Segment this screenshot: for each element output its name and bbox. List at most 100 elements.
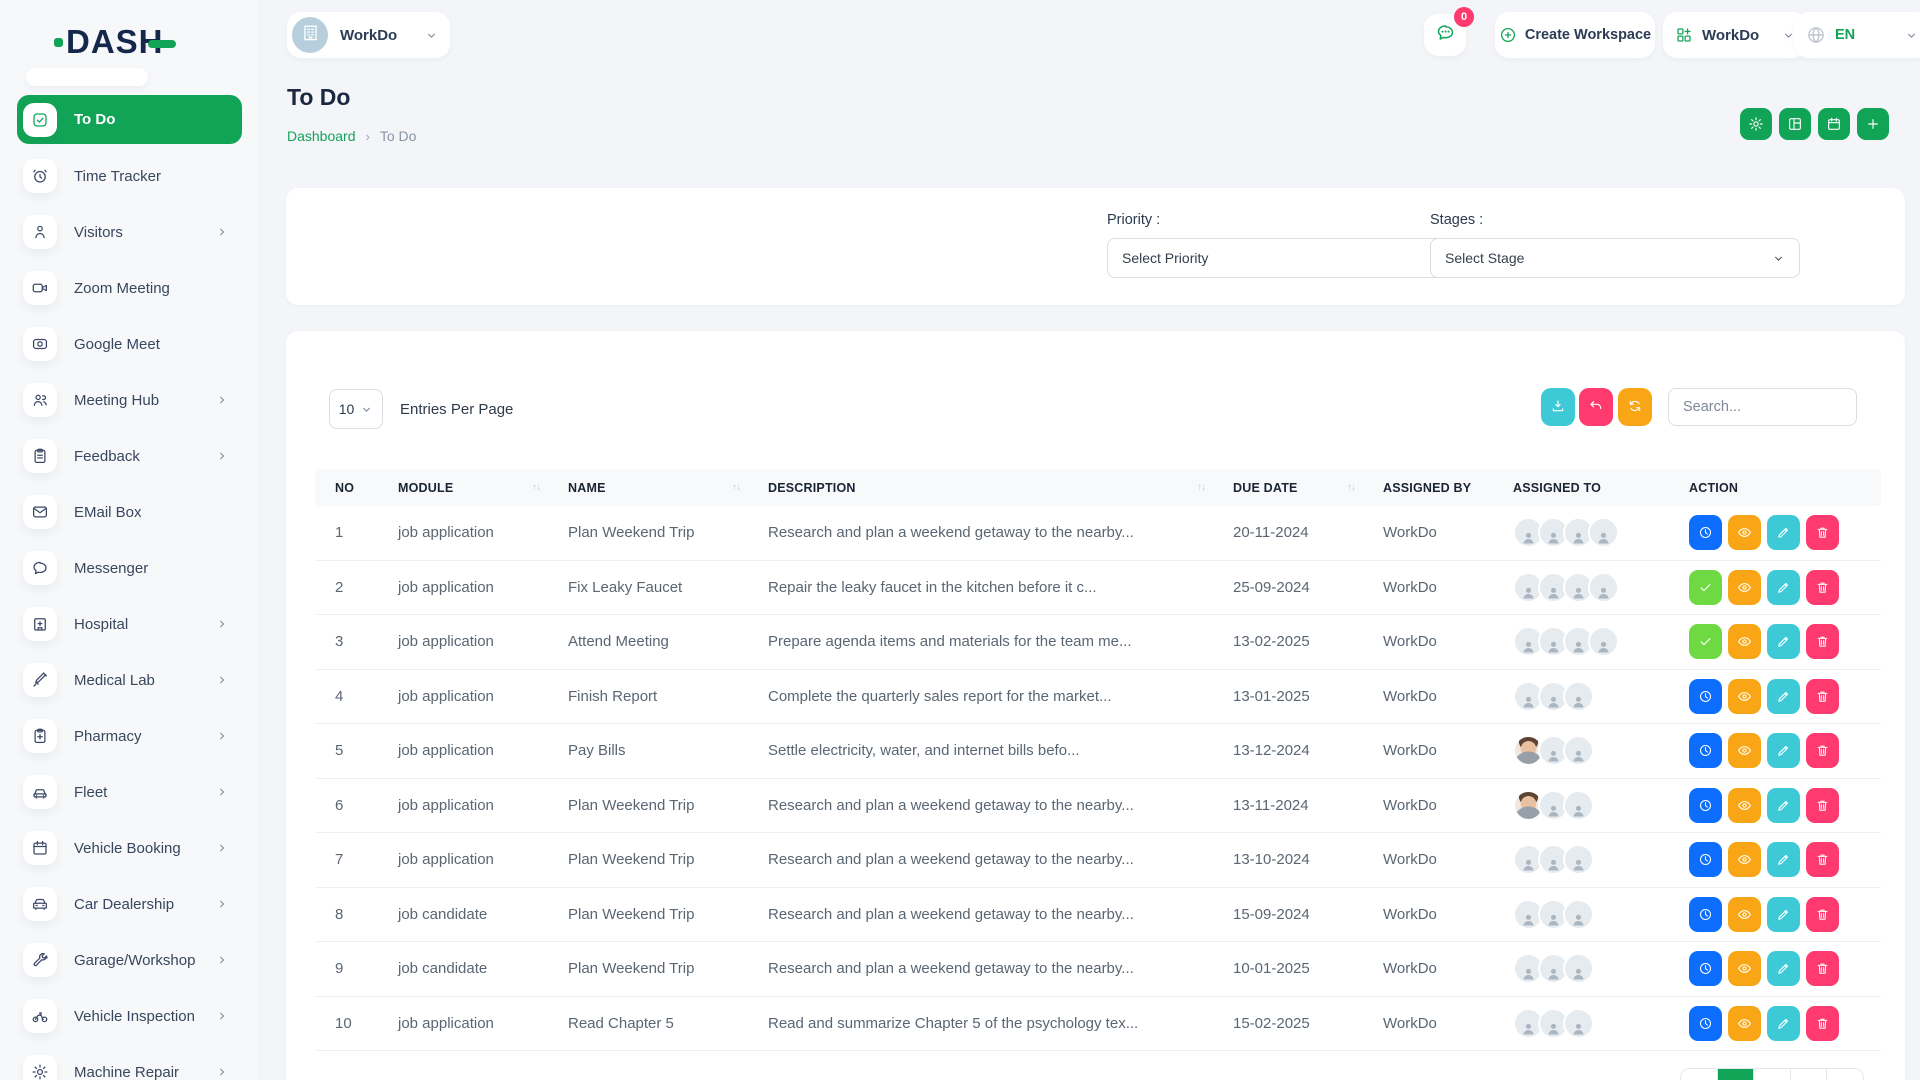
sidebar-item-partial xyxy=(26,68,148,86)
trash-action-button[interactable] xyxy=(1806,788,1839,823)
reset-button[interactable] xyxy=(1579,388,1613,426)
pencil-action-button[interactable] xyxy=(1767,788,1800,823)
chat-button[interactable]: 0 xyxy=(1424,14,1466,56)
sidebar-item-meeting-hub[interactable]: Meeting Hub xyxy=(17,372,242,428)
sidebar-item-hospital[interactable]: Hospital xyxy=(17,596,242,652)
export-button[interactable] xyxy=(1541,388,1575,426)
clock-action-button[interactable] xyxy=(1689,897,1722,932)
trash-action-button[interactable] xyxy=(1806,570,1839,605)
clock-icon xyxy=(1698,525,1713,540)
cell-description: Settle electricity, water, and internet … xyxy=(748,742,1213,759)
trash-action-button[interactable] xyxy=(1806,733,1839,768)
board-view-button[interactable] xyxy=(1779,108,1811,140)
refresh-button[interactable] xyxy=(1618,388,1652,426)
sidebar-item-feedback[interactable]: Feedback xyxy=(17,428,242,484)
trash-action-button[interactable] xyxy=(1806,624,1839,659)
priority-select[interactable]: Select Priority xyxy=(1107,238,1479,278)
eye-action-button[interactable] xyxy=(1728,897,1761,932)
column-header-no: NO xyxy=(315,481,378,495)
breadcrumb-link-dashboard[interactable]: Dashboard xyxy=(287,128,356,144)
search-input[interactable] xyxy=(1668,388,1857,426)
sidebar-item-garage-workshop[interactable]: Garage/Workshop xyxy=(17,932,242,988)
eye-action-button[interactable] xyxy=(1728,788,1761,823)
trash-action-button[interactable] xyxy=(1806,515,1839,550)
workspace-menu-button[interactable]: WorkDo xyxy=(1663,12,1807,58)
workspace-switcher[interactable]: WorkDo xyxy=(287,12,450,58)
eye-action-button[interactable] xyxy=(1728,1006,1761,1041)
column-header-module[interactable]: MODULE↑↓ xyxy=(378,481,548,495)
sidebar-item-vehicle-inspection[interactable]: Vehicle Inspection xyxy=(17,988,242,1044)
settings-button[interactable] xyxy=(1740,108,1772,140)
sidebar-item-google-meet[interactable]: Google Meet xyxy=(17,316,242,372)
language-menu-button[interactable]: EN xyxy=(1794,12,1920,58)
eye-action-button[interactable] xyxy=(1728,570,1761,605)
sidebar-item-medical-lab[interactable]: Medical Lab xyxy=(17,652,242,708)
sidebar-item-zoom-meeting[interactable]: Zoom Meeting xyxy=(17,260,242,316)
eye-action-button[interactable] xyxy=(1728,624,1761,659)
eye-action-button[interactable] xyxy=(1728,842,1761,877)
column-header-description[interactable]: DESCRIPTION↑↓ xyxy=(748,481,1213,495)
chevron-right-icon xyxy=(216,618,228,630)
clock-action-button[interactable] xyxy=(1689,788,1722,823)
cell-name: Plan Weekend Trip xyxy=(548,524,748,541)
trash-action-button[interactable] xyxy=(1806,1006,1839,1041)
sidebar-item-vehicle-booking[interactable]: Vehicle Booking xyxy=(17,820,242,876)
clock-action-button[interactable] xyxy=(1689,679,1722,714)
sidebar-item-visitors[interactable]: Visitors xyxy=(17,204,242,260)
sidebar-item-email-box[interactable]: EMail Box xyxy=(17,484,242,540)
create-workspace-button[interactable]: Create Workspace xyxy=(1495,12,1655,58)
clock-action-button[interactable] xyxy=(1689,1006,1722,1041)
add-button[interactable] xyxy=(1857,108,1889,140)
dash-logo[interactable]: DASH xyxy=(54,22,176,62)
trash-action-button[interactable] xyxy=(1806,842,1839,877)
check-action-button[interactable] xyxy=(1689,624,1722,659)
clock-action-button[interactable] xyxy=(1689,515,1722,550)
eye-action-button[interactable] xyxy=(1728,515,1761,550)
pagination-page-button[interactable] xyxy=(1791,1069,1828,1080)
sidebar-item-fleet[interactable]: Fleet xyxy=(17,764,242,820)
pencil-action-button[interactable] xyxy=(1767,679,1800,714)
pencil-action-button[interactable] xyxy=(1767,1006,1800,1041)
wrench-icon xyxy=(23,943,57,977)
stages-select[interactable]: Select Stage xyxy=(1430,238,1800,278)
pencil-action-button[interactable] xyxy=(1767,733,1800,768)
pencil-action-button[interactable] xyxy=(1767,897,1800,932)
column-header-name[interactable]: NAME↑↓ xyxy=(548,481,748,495)
trash-action-button[interactable] xyxy=(1806,951,1839,986)
column-label: DUE DATE xyxy=(1233,481,1298,495)
clock-icon xyxy=(1698,743,1713,758)
sidebar-item-messenger[interactable]: Messenger xyxy=(17,540,242,596)
chevron-right-icon xyxy=(216,674,228,686)
sidebar-item-car-dealership[interactable]: Car Dealership xyxy=(17,876,242,932)
pagination-page-button[interactable] xyxy=(1718,1069,1755,1080)
pencil-action-button[interactable] xyxy=(1767,570,1800,605)
motorcycle-icon xyxy=(23,999,57,1033)
cell-action xyxy=(1669,897,1881,932)
clock-action-button[interactable] xyxy=(1689,733,1722,768)
eye-action-button[interactable] xyxy=(1728,951,1761,986)
eye-action-button[interactable] xyxy=(1728,679,1761,714)
sidebar-item-machine-repair[interactable]: Machine Repair xyxy=(17,1044,242,1080)
eye-action-button[interactable] xyxy=(1728,733,1761,768)
pencil-action-button[interactable] xyxy=(1767,624,1800,659)
trash-action-button[interactable] xyxy=(1806,897,1839,932)
clock-action-button[interactable] xyxy=(1689,842,1722,877)
car-front-icon xyxy=(23,887,57,921)
sidebar-item-to-do[interactable]: To Do xyxy=(17,95,242,144)
pagination-prev-button[interactable] xyxy=(1681,1069,1718,1080)
sidebar-item-time-tracker[interactable]: Time Tracker xyxy=(17,148,242,204)
clock-action-button[interactable] xyxy=(1689,951,1722,986)
cell-name: Attend Meeting xyxy=(548,633,748,650)
calendar-view-button[interactable] xyxy=(1818,108,1850,140)
pencil-action-button[interactable] xyxy=(1767,951,1800,986)
trash-action-button[interactable] xyxy=(1806,679,1839,714)
pagination-page-button[interactable] xyxy=(1754,1069,1791,1080)
cell-assigned-to xyxy=(1493,626,1669,657)
entries-per-page-select[interactable]: 10 xyxy=(329,389,383,429)
pencil-action-button[interactable] xyxy=(1767,842,1800,877)
pagination-page-button[interactable] xyxy=(1827,1069,1863,1080)
column-header-due-date[interactable]: DUE DATE↑↓ xyxy=(1213,481,1363,495)
check-action-button[interactable] xyxy=(1689,570,1722,605)
sidebar-item-pharmacy[interactable]: Pharmacy xyxy=(17,708,242,764)
pencil-action-button[interactable] xyxy=(1767,515,1800,550)
